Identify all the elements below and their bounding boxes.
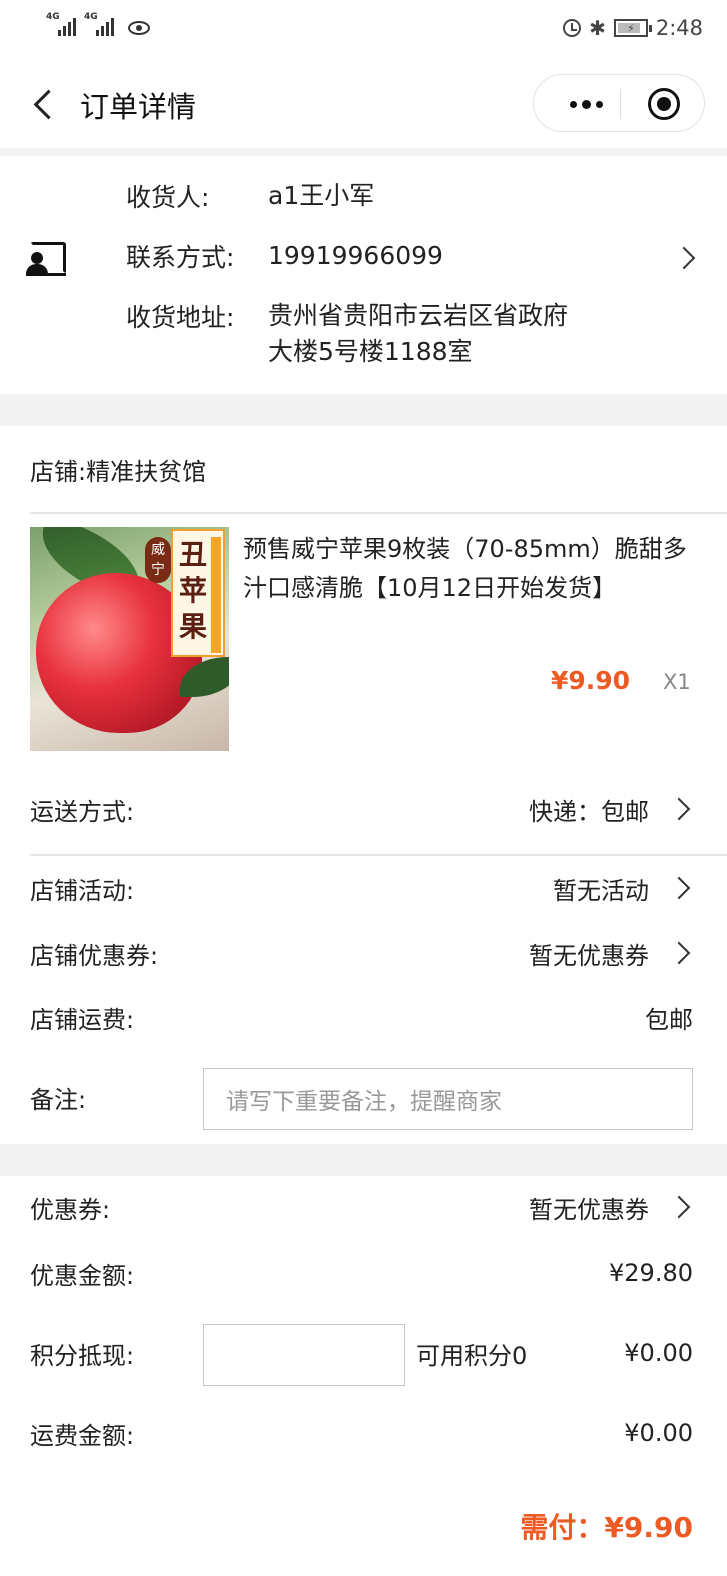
contact-row: 联系方式: 19919966099 (126, 238, 588, 274)
eye-icon (128, 21, 150, 35)
product-image-badge: 威宁 (145, 537, 171, 583)
store-name[interactable]: 店铺:精准扶贫馆 (30, 452, 206, 487)
chevron-right-icon (667, 1195, 691, 1219)
clock: 2:48 (655, 16, 703, 40)
coupon-row[interactable]: 优惠券: 暂无优惠券 (30, 1182, 693, 1232)
store-coupon-row[interactable]: 店铺优惠券: 暂无优惠券 (30, 928, 693, 978)
battery-icon: ⚡ (613, 19, 652, 37)
note-input[interactable]: 请写下重要备注，提醒商家 (203, 1068, 693, 1130)
address-card[interactable]: 收货人: a1王小军 联系方式: 19919966099 收货地址: 贵州省贵阳… (0, 156, 727, 394)
store-section: 店铺:精准扶贫馆 威宁 丑苹果 预售威宁苹果9枚装（70-85mm）脆甜多汁口感… (0, 426, 727, 1144)
more-icon[interactable] (556, 75, 616, 133)
receiver-value: a1王小军 (268, 181, 375, 210)
coupon-value: 暂无优惠券 (529, 1195, 649, 1224)
note-label: 备注: (30, 1085, 87, 1114)
freight-amount-label: 运费金额: (30, 1421, 135, 1450)
note-row: 备注: (30, 1072, 190, 1122)
discount-label: 优惠金额: (30, 1261, 135, 1290)
contact-value: 19919966099 (268, 241, 443, 270)
status-left: 4G 4G (46, 12, 150, 36)
store-freight-label: 店铺运费: (30, 1005, 135, 1034)
coupon-label: 优惠券: (30, 1195, 111, 1224)
address-value: 贵州省贵阳市云岩区省政府大楼5号楼1188室 (268, 301, 569, 366)
signal-icon-1: 4G (46, 12, 76, 36)
receiver-row: 收货人: a1王小军 (126, 178, 588, 214)
address-label: 收货地址: (126, 303, 235, 332)
alarm-icon (563, 19, 582, 37)
activity-value: 暂无活动 (553, 876, 649, 905)
pay-amount: ¥9.90 (604, 1511, 693, 1544)
close-target-icon[interactable] (648, 88, 680, 120)
store-coupon-label: 店铺优惠券: (30, 941, 159, 970)
product-title[interactable]: 预售威宁苹果9枚装（70-85mm）脆甜多汁口感清脆【10月12日开始发货】 (243, 530, 693, 608)
shipping-method-row[interactable]: 运送方式: 快递：包邮 (30, 784, 693, 834)
nav-bar: 订单详情 (0, 62, 727, 148)
status-bar: 4G 4G ✱ ⚡ 2:48 (0, 0, 727, 62)
activity-label: 店铺活动: (30, 876, 135, 905)
chevron-right-icon (667, 941, 691, 965)
points-input[interactable] (203, 1324, 405, 1386)
shipping-label: 运送方式: (30, 797, 135, 826)
divider (30, 854, 727, 856)
product-image[interactable]: 威宁 丑苹果 (30, 527, 229, 751)
contact-label: 联系方式: (126, 243, 235, 272)
product-quantity: X1 (663, 670, 691, 694)
address-row: 收货地址: 贵州省贵阳市云岩区省政府大楼5号楼1188室 (126, 298, 586, 370)
network-type-2: 4G (84, 12, 98, 22)
points-value: ¥0.00 (624, 1339, 693, 1367)
discount-row: 优惠金额: ¥29.80 (30, 1248, 693, 1298)
store-coupon-value: 暂无优惠券 (529, 941, 649, 970)
product-image-strip (211, 537, 221, 653)
mini-program-capsule (533, 74, 705, 132)
product-image-label: 威宁 丑苹果 (145, 529, 225, 657)
page-title: 订单详情 (80, 90, 197, 124)
freight-amount-row: 运费金额: ¥0.00 (30, 1408, 693, 1458)
total-payable: 需付：¥9.90 (520, 1506, 693, 1546)
store-freight-row: 店铺运费: 包邮 (30, 992, 693, 1042)
pay-label: 需付： (520, 1511, 605, 1544)
address-contact-icon (24, 242, 68, 278)
freight-amount-value: ¥0.00 (624, 1419, 693, 1447)
chevron-right-icon (667, 797, 691, 821)
chevron-right-icon (667, 876, 691, 900)
order-summary: 优惠券: 暂无优惠券 优惠金额: ¥29.80 积分抵现: ¥0.00 可用积分… (0, 1176, 727, 1576)
points-available: 可用积分0 (416, 1342, 528, 1370)
store-freight-value: 包邮 (645, 1005, 693, 1034)
product-price: ¥9.90 (551, 666, 631, 695)
chevron-right-icon (672, 246, 696, 270)
product-image-title: 丑苹果 (178, 538, 207, 643)
bluetooth-icon: ✱ (589, 16, 606, 40)
status-right: ✱ ⚡ 2:48 (563, 16, 703, 40)
back-icon[interactable] (30, 84, 60, 124)
signal-icon-2: 4G (84, 12, 114, 36)
store-activity-row[interactable]: 店铺活动: 暂无活动 (30, 863, 693, 913)
receiver-label: 收货人: (126, 183, 210, 212)
network-type-1: 4G (46, 12, 60, 22)
capsule-divider (620, 89, 621, 119)
section-gap (0, 148, 727, 156)
divider (30, 512, 727, 514)
discount-value: ¥29.80 (609, 1259, 693, 1287)
shipping-value: 快递：包邮 (529, 797, 649, 826)
section-gap (0, 394, 727, 426)
section-gap (0, 1144, 727, 1176)
